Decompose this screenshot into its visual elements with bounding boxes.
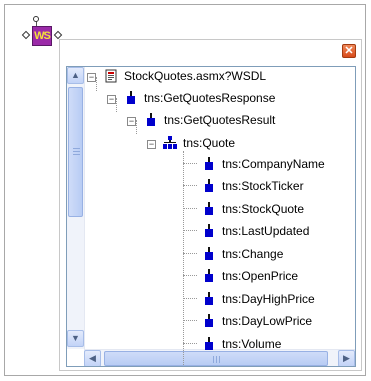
chevron-up-icon: ▲ xyxy=(71,70,80,80)
close-button[interactable]: ✕ xyxy=(342,44,356,58)
element-icon xyxy=(205,247,213,260)
tree-node-label: tns:Quote xyxy=(183,136,236,150)
tree-node-label: tns:Volume xyxy=(222,337,282,351)
element-icon xyxy=(205,269,213,282)
horizontal-scrollbar[interactable]: ◀ ▶ xyxy=(84,349,355,366)
vertical-scroll-thumb[interactable] xyxy=(68,87,83,217)
collapse-toggle-quote[interactable]: − xyxy=(147,140,156,149)
scroll-left-button[interactable]: ◀ xyxy=(84,350,101,366)
node-top-handle[interactable] xyxy=(33,16,39,22)
tree-node-label: tns:DayHighPrice xyxy=(222,292,315,306)
tree-node-label: tns:OpenPrice xyxy=(222,269,299,283)
tree-node-label: tns:GetQuotesResponse xyxy=(144,91,276,105)
chevron-left-icon: ◀ xyxy=(89,353,96,363)
tree-node-label: tns:CompanyName xyxy=(222,157,325,171)
chevron-down-icon: ▼ xyxy=(71,333,80,343)
scroll-down-button[interactable]: ▼ xyxy=(67,330,84,347)
vertical-scrollbar[interactable]: ▲ ▼ xyxy=(67,67,85,349)
collapse-toggle-result[interactable]: − xyxy=(127,117,136,126)
tree-node-label: tns:StockTicker xyxy=(222,179,304,193)
node-right-handle[interactable] xyxy=(53,30,63,40)
element-icon xyxy=(205,314,213,327)
element-icon xyxy=(205,292,213,305)
wsdl-tree-panel: ✕ ▲ ▼ ◀ ▶ − StockQuotes.asmx?WSDL − tns:… xyxy=(59,39,362,371)
tree-node-label: tns:Change xyxy=(222,247,284,261)
element-icon xyxy=(205,337,213,350)
tree-node-label: tns:DayLowPrice xyxy=(222,314,313,328)
wsdl-document-icon xyxy=(105,69,117,83)
web-service-node[interactable]: WS xyxy=(20,16,63,54)
tree-node-label: tns:LastUpdated xyxy=(222,224,310,238)
scroll-right-button[interactable]: ▶ xyxy=(338,350,355,366)
collapse-toggle-response[interactable]: − xyxy=(107,95,116,104)
tree-node-label: tns:StockQuote xyxy=(222,202,305,216)
web-service-icon: WS xyxy=(32,26,52,46)
element-icon xyxy=(127,91,135,104)
tree-node-label: tns:GetQuotesResult xyxy=(164,113,276,127)
tree-view[interactable]: ▲ ▼ ◀ ▶ − StockQuotes.asmx?WSDL − tns:Ge… xyxy=(66,66,356,367)
complex-type-icon xyxy=(163,136,177,149)
element-icon xyxy=(205,179,213,192)
element-icon xyxy=(147,113,155,126)
close-icon: ✕ xyxy=(344,45,354,57)
element-icon xyxy=(205,224,213,237)
scroll-up-button[interactable]: ▲ xyxy=(67,67,84,84)
chevron-right-icon: ▶ xyxy=(343,353,350,363)
horizontal-scroll-thumb[interactable] xyxy=(104,351,328,366)
element-icon xyxy=(205,202,213,215)
node-left-handle[interactable] xyxy=(21,30,31,40)
element-icon xyxy=(205,157,213,170)
tree-node-label: StockQuotes.asmx?WSDL xyxy=(124,69,267,83)
collapse-toggle-root[interactable]: − xyxy=(87,73,96,82)
